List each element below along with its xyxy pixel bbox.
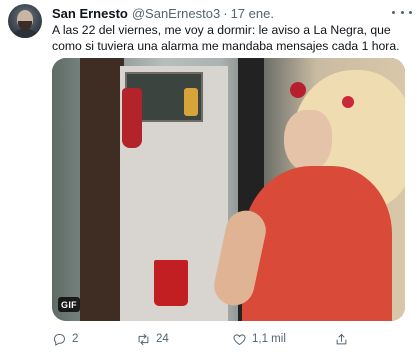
like-count: 1,1 mil (252, 333, 286, 345)
reply-button[interactable]: 2 (52, 330, 78, 348)
author-name[interactable]: San Ernesto (52, 6, 128, 21)
share-icon (336, 333, 347, 344)
share-button[interactable] (334, 330, 349, 348)
reply-icon (53, 333, 65, 346)
retweet-icon (138, 333, 149, 345)
author-handle[interactable]: @SanErnesto3 (132, 6, 220, 21)
gif-badge: GIF (58, 297, 80, 312)
retweet-count: 24 (156, 333, 169, 345)
retweet-button[interactable]: 24 (136, 330, 169, 348)
tweet[interactable]: San Ernesto @SanErnesto3 · 17 ene. A las… (0, 0, 420, 354)
tweet-date[interactable]: 17 ene. (231, 6, 274, 21)
tweet-actions: 2 24 1,1 mil (52, 330, 362, 348)
tweet-text: A las 22 del viernes, me voy a dormir: l… (52, 23, 400, 53)
heart-icon (233, 333, 246, 345)
tweet-header: San Ernesto @SanErnesto3 · 17 ene. (52, 5, 274, 21)
avatar[interactable] (8, 4, 42, 38)
tweet-media-gif[interactable] (52, 58, 405, 321)
reply-count: 2 (72, 333, 79, 345)
more-icon[interactable] (392, 6, 412, 18)
like-button[interactable]: 1,1 mil (232, 330, 286, 348)
header-separator: · (223, 5, 228, 21)
